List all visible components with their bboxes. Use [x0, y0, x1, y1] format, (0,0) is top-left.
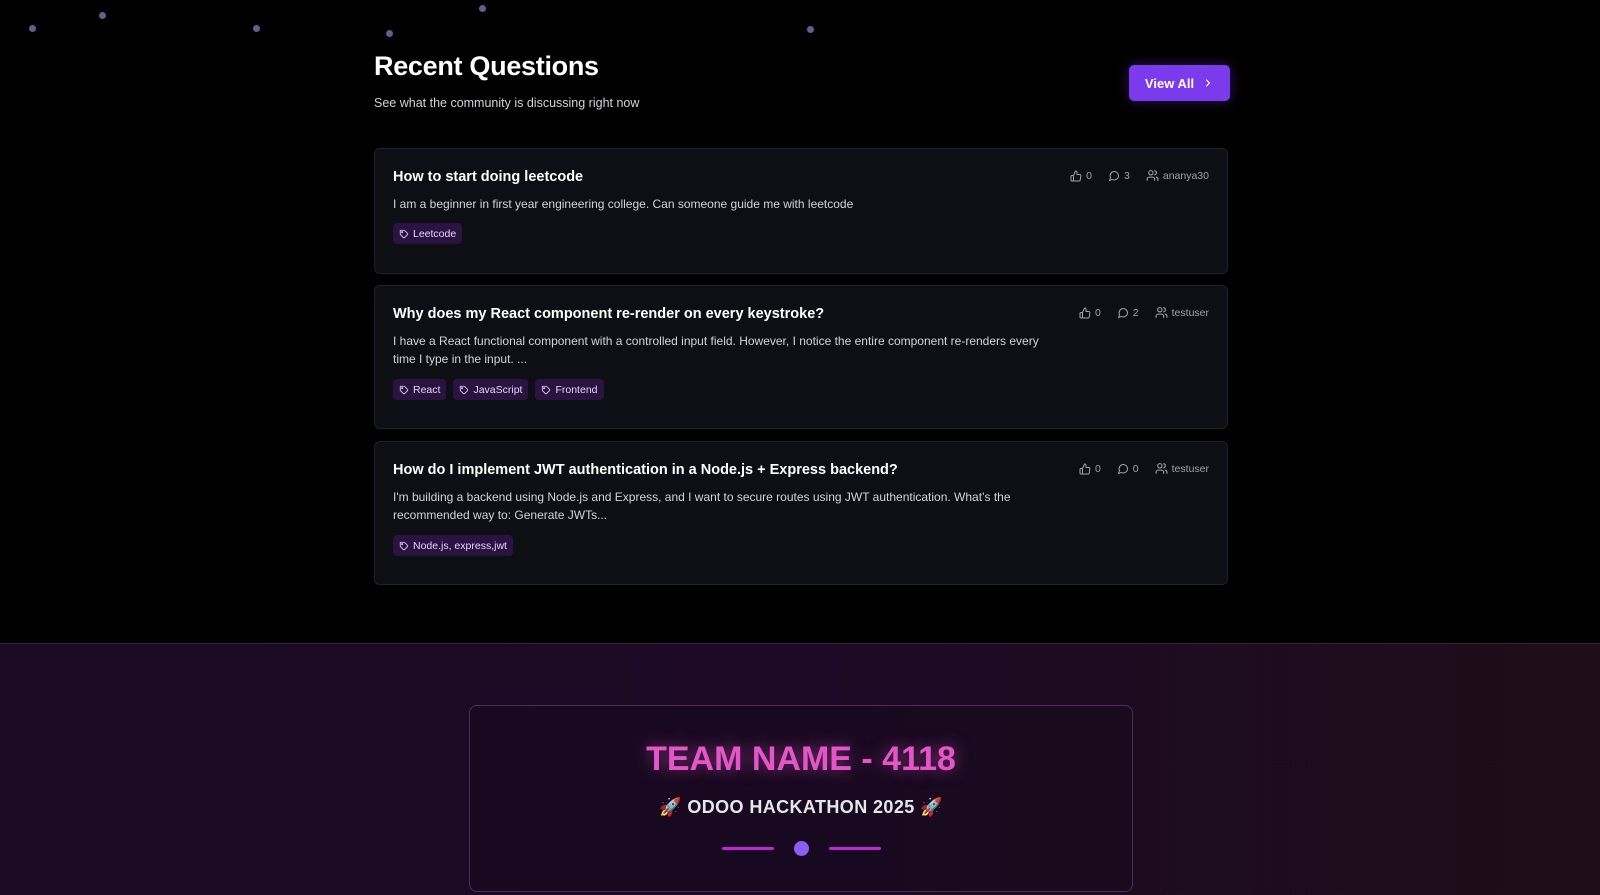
thumbs-up-icon [1070, 170, 1082, 182]
comment-icon [1117, 307, 1129, 319]
tag-icon [399, 229, 409, 239]
answer-count-value: 3 [1124, 169, 1130, 182]
question-card[interactable]: How to start doing leetcode I am a begin… [374, 148, 1228, 274]
tag-icon [541, 385, 551, 395]
star-dot [479, 5, 486, 12]
tag-label: JavaScript [473, 383, 523, 396]
author[interactable]: testuser [1155, 306, 1209, 319]
decor-line-left [722, 847, 774, 850]
vote-count-value: 0 [1086, 169, 1093, 182]
star-dot [99, 12, 106, 19]
tag-chip[interactable]: React [393, 379, 447, 400]
tag-label: Frontend [555, 383, 598, 396]
answer-count[interactable]: 0 [1117, 463, 1139, 475]
thumbs-up-icon [1079, 463, 1091, 475]
comment-icon [1108, 170, 1120, 182]
question-meta: 0 3 ananya30 [1070, 169, 1209, 182]
question-excerpt: I'm building a backend using Node.js and… [393, 490, 1011, 522]
question-excerpt: I am a beginner in first year engineerin… [393, 197, 854, 211]
chevron-right-icon [1202, 77, 1214, 89]
tag-label: React [413, 383, 441, 396]
question-card[interactable]: How do I implement JWT authentication in… [374, 441, 1228, 585]
vote-count[interactable]: 0 [1079, 463, 1101, 475]
decor-dot [794, 841, 809, 856]
tag-chip[interactable]: Frontend [535, 379, 604, 400]
tag-label: Leetcode [413, 227, 457, 240]
users-icon [1155, 462, 1168, 475]
question-excerpt: I have a React functional component with… [393, 334, 1039, 366]
question-card[interactable]: Why does my React component re-render on… [374, 285, 1228, 429]
vote-count-value: 0 [1094, 306, 1101, 319]
tag-chip[interactable]: Leetcode [393, 223, 463, 244]
answer-count-value: 0 [1132, 462, 1139, 475]
comment-icon [1117, 463, 1129, 475]
tag-chip[interactable]: Node.js, express,jwt [393, 535, 513, 556]
event-name: 🚀 ODOO HACKATHON 2025 🚀 [659, 797, 943, 817]
question-title[interactable]: How to start doing leetcode [393, 169, 583, 185]
question-title[interactable]: How do I implement JWT authentication in… [393, 462, 898, 478]
question-meta: 0 2 testuser [1079, 306, 1209, 319]
section-subtitle: See what the community is discussing rig… [374, 96, 640, 110]
author-name: testuser [1171, 462, 1209, 475]
question-title[interactable]: Why does my React component re-render on… [393, 306, 824, 322]
author-name: ananya30 [1162, 169, 1209, 182]
team-name: TEAM NAME - 4118 [646, 740, 956, 778]
answer-count[interactable]: 3 [1108, 170, 1130, 182]
tag-list: React JavaScript Frontend [393, 379, 604, 400]
thumbs-up-icon [1079, 307, 1091, 319]
author[interactable]: ananya30 [1146, 169, 1209, 182]
tag-list: Leetcode [393, 223, 463, 244]
footer: TEAM NAME - 4118 🚀 ODOO HACKATHON 2025 🚀 [0, 643, 1600, 895]
answer-count-value: 2 [1132, 306, 1139, 319]
star-dot [807, 26, 814, 33]
author[interactable]: testuser [1155, 462, 1209, 475]
view-all-label: View All [1144, 75, 1195, 91]
author-name: testuser [1171, 306, 1209, 319]
section-title: Recent Questions [374, 51, 599, 81]
vote-count-value: 0 [1094, 462, 1101, 475]
users-icon [1146, 169, 1159, 182]
team-card: TEAM NAME - 4118 🚀 ODOO HACKATHON 2025 🚀 [469, 705, 1133, 892]
answer-count[interactable]: 2 [1117, 307, 1139, 319]
star-dot [386, 30, 393, 37]
tag-icon [459, 385, 469, 395]
decor-line-right [829, 847, 881, 850]
star-dot [29, 25, 36, 32]
tag-icon [399, 385, 409, 395]
vote-count[interactable]: 0 [1070, 170, 1092, 182]
question-meta: 0 0 testuser [1079, 462, 1209, 475]
tag-list: Node.js, express,jwt [393, 535, 513, 556]
tag-chip[interactable]: JavaScript [453, 379, 529, 400]
tag-icon [399, 541, 409, 551]
view-all-button[interactable]: View All [1129, 65, 1230, 101]
users-icon [1155, 306, 1168, 319]
tag-label: Node.js, express,jwt [413, 539, 507, 552]
star-dot [253, 25, 260, 32]
vote-count[interactable]: 0 [1079, 307, 1101, 319]
